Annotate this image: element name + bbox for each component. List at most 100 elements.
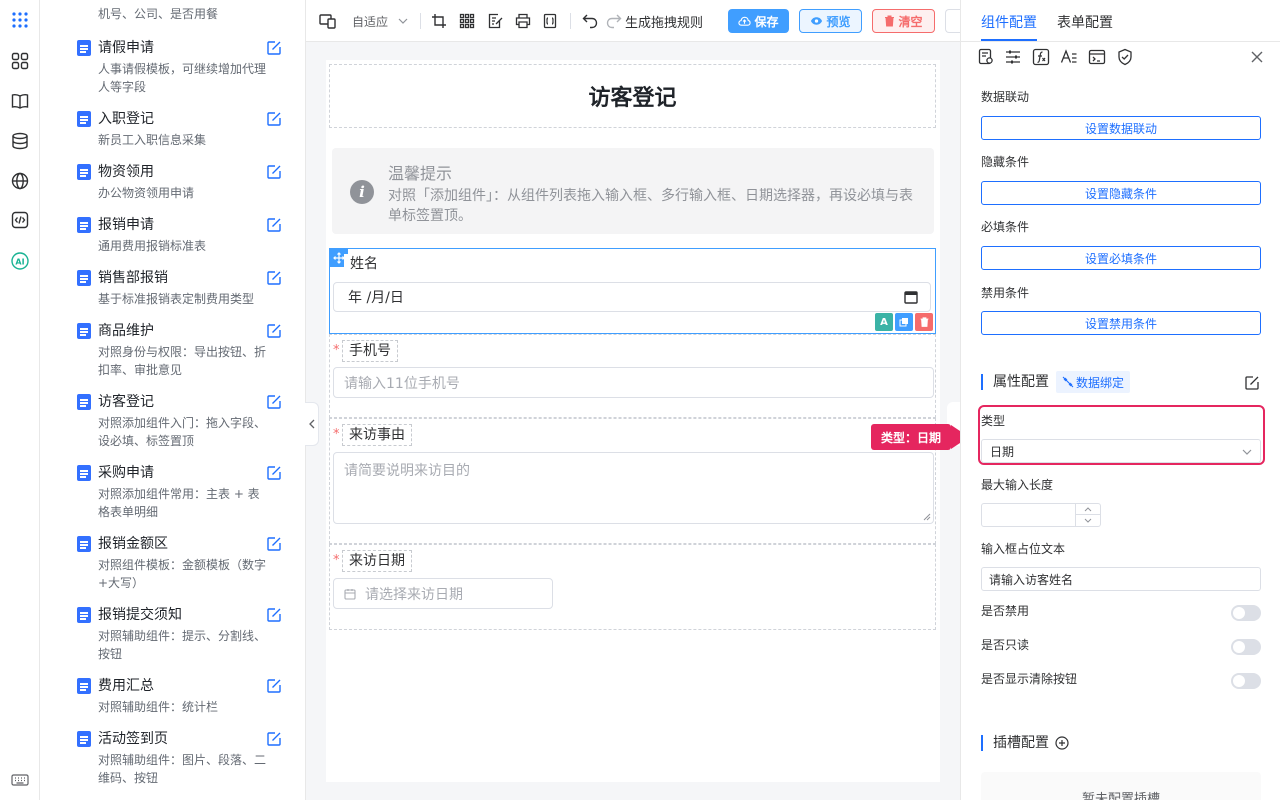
shield-icon[interactable] xyxy=(1116,48,1134,66)
edit-icon[interactable] xyxy=(266,394,282,410)
tab-form-config[interactable]: 表单配置 xyxy=(1057,12,1113,32)
clear-btn-switch[interactable] xyxy=(1231,673,1261,689)
template-name: 报销申请 xyxy=(98,217,154,233)
attr-config-title: 属性配置 xyxy=(981,374,1049,390)
function-icon[interactable] xyxy=(1032,48,1050,66)
template-desc: 对照辅助组件：图片、段落、二维码、按钮 xyxy=(98,753,267,785)
max-length-input[interactable] xyxy=(981,503,1101,527)
set-required-cond-button[interactable]: 设置必填条件 xyxy=(981,246,1261,270)
grid-icon[interactable] xyxy=(459,11,475,31)
apps-grid-icon[interactable] xyxy=(8,8,32,32)
chevron-up-icon xyxy=(1084,506,1092,511)
reason-textarea[interactable]: 请简要说明来访目的 xyxy=(333,452,934,524)
tip-alert[interactable]: i 温馨提示 对照「添加组件」：从组件列表拖入输入框、多行输入框、日期选择器，再… xyxy=(332,148,934,234)
edit-icon[interactable] xyxy=(266,731,282,747)
collapse-sidebar-button[interactable] xyxy=(305,402,319,446)
form-edit-icon[interactable] xyxy=(487,11,503,31)
text-style-icon[interactable] xyxy=(1060,48,1078,66)
components-icon[interactable] xyxy=(8,49,32,73)
form-title[interactable]: 访客登记 xyxy=(329,64,936,128)
copy-icon[interactable] xyxy=(895,313,913,331)
increment-button[interactable] xyxy=(1076,504,1100,515)
set-disable-cond-button[interactable]: 设置禁用条件 xyxy=(981,311,1261,335)
edit-icon[interactable] xyxy=(266,323,282,339)
date-input[interactable]: 年 /月/日 xyxy=(333,282,931,312)
code-window-icon[interactable] xyxy=(1088,48,1106,66)
template-desc: 对照组件模板：金额模板（数字+大写） xyxy=(98,558,267,590)
set-data-link-button[interactable]: 设置数据联动 xyxy=(981,116,1261,140)
data-binding-label: 数据绑定 xyxy=(1076,375,1125,390)
globe-icon[interactable] xyxy=(8,169,32,193)
ai-icon[interactable]: AI xyxy=(8,249,32,273)
drag-rule-button[interactable]: 生成拖拽规则 xyxy=(625,11,703,31)
clear-button[interactable]: 清空 xyxy=(872,9,935,33)
template-name: 请假申请 xyxy=(98,40,154,56)
field-actions: A xyxy=(875,313,933,331)
resize-handle-icon[interactable] xyxy=(923,513,931,521)
settings-doc-icon[interactable] xyxy=(977,48,995,66)
cloud-upload-icon xyxy=(738,16,752,26)
form-doc-icon xyxy=(77,111,91,127)
readonly-label: 是否只读 xyxy=(981,638,1030,652)
edit-icon[interactable] xyxy=(266,607,282,623)
overflow-button[interactable] xyxy=(945,9,960,33)
form-doc-icon xyxy=(77,164,91,180)
edit-icon[interactable] xyxy=(266,536,282,552)
preview-button[interactable]: 预览 xyxy=(799,9,862,33)
crop-icon[interactable] xyxy=(431,11,447,31)
form-field-phone[interactable]: * 手机号 请输入11位手机号 xyxy=(329,334,936,418)
text-style-icon[interactable]: A xyxy=(875,313,893,331)
form-field-visit-date[interactable]: * 来访日期 请选择来访日期 xyxy=(329,544,936,630)
close-icon[interactable] xyxy=(1249,49,1265,65)
disable-cond-label: 禁用条件 xyxy=(981,286,1030,300)
template-name: 费用汇总 xyxy=(98,678,154,694)
layout-mode-select[interactable]: 自适应 xyxy=(352,11,408,31)
edit-icon[interactable] xyxy=(266,270,282,286)
visit-date-picker[interactable]: 请选择来访日期 xyxy=(333,578,553,609)
json-icon[interactable] xyxy=(543,11,559,31)
form-doc-icon xyxy=(77,465,91,481)
type-select[interactable]: 日期 xyxy=(981,439,1261,463)
phone-input[interactable]: 请输入11位手机号 xyxy=(333,367,934,398)
form-doc-icon xyxy=(77,270,91,286)
delete-icon[interactable] xyxy=(915,313,933,331)
set-hide-cond-button[interactable]: 设置隐藏条件 xyxy=(981,181,1261,205)
placeholder-value: 请输入访客姓名 xyxy=(989,572,1074,587)
edit-icon[interactable] xyxy=(266,465,282,481)
database-icon[interactable] xyxy=(8,129,32,153)
disabled-switch[interactable] xyxy=(1231,605,1261,621)
readonly-switch[interactable] xyxy=(1231,639,1261,655)
required-cond-label: 必填条件 xyxy=(981,220,1030,234)
add-circle-icon[interactable] xyxy=(1055,736,1069,750)
code-icon[interactable] xyxy=(8,208,32,232)
calendar-icon xyxy=(344,588,356,600)
edit-icon[interactable] xyxy=(1244,375,1260,391)
save-button[interactable]: 保存 xyxy=(728,9,789,33)
form-field-reason[interactable]: * 来访事由 请简要说明来访目的 xyxy=(329,418,936,544)
device-icon[interactable] xyxy=(319,11,337,31)
edit-icon[interactable] xyxy=(266,111,282,127)
data-binding-tag[interactable]: 数据绑定 xyxy=(1056,371,1131,393)
tab-component-config[interactable]: 组件配置 xyxy=(981,12,1037,32)
edit-icon[interactable] xyxy=(266,678,282,694)
edit-icon[interactable] xyxy=(266,164,282,180)
redo-icon[interactable] xyxy=(606,11,622,31)
calendar-icon[interactable] xyxy=(904,290,918,304)
form-doc-icon xyxy=(77,40,91,56)
field-label: 来访日期 xyxy=(342,550,412,572)
decrement-button[interactable] xyxy=(1076,515,1100,526)
placeholder-input[interactable]: 请输入访客姓名 xyxy=(981,567,1261,591)
edit-icon[interactable] xyxy=(266,40,282,56)
sliders-icon[interactable] xyxy=(1004,48,1022,66)
undo-icon[interactable] xyxy=(582,11,598,31)
chevron-down-icon xyxy=(398,18,408,24)
keyboard-icon[interactable] xyxy=(8,768,32,792)
book-icon[interactable] xyxy=(8,89,32,113)
print-icon[interactable] xyxy=(515,11,531,31)
form-field-name[interactable]: 姓名 年 /月/日 A xyxy=(329,248,936,334)
max-length-label: 最大输入长度 xyxy=(981,478,1054,492)
divider xyxy=(570,13,571,29)
template-desc: 人事请假模板，可继续增加代理人等字段 xyxy=(98,62,267,94)
editor-toolbar: 自适应 生成拖拽规则 保存 预览 清空 xyxy=(306,0,960,42)
edit-icon[interactable] xyxy=(266,217,282,233)
